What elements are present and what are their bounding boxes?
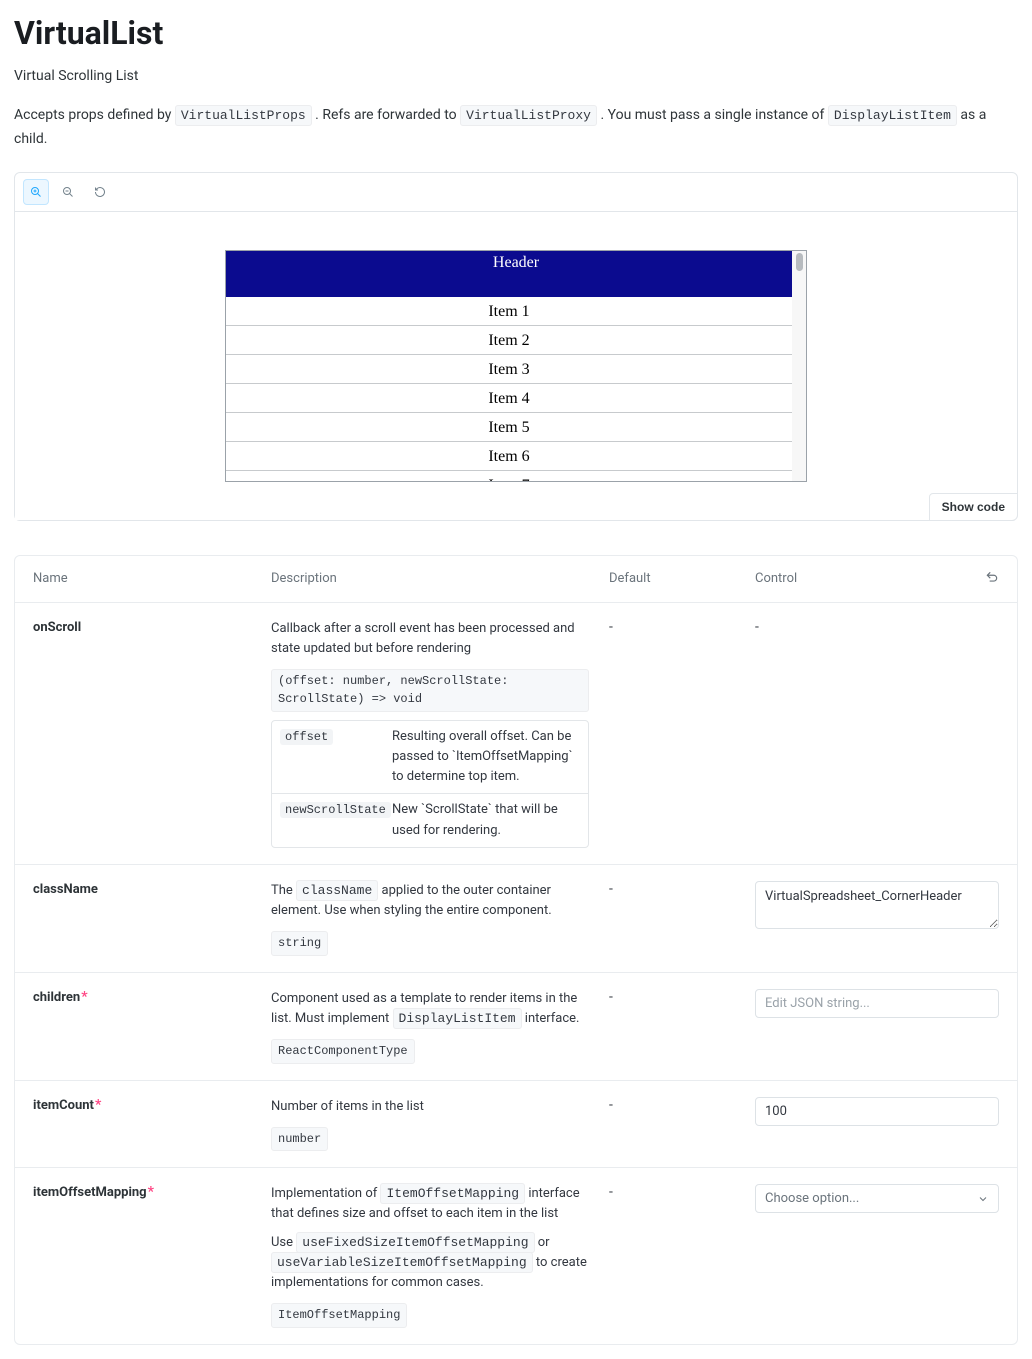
code-usevariable: useVariableSizeItemOffsetMapping xyxy=(271,1252,533,1273)
preview-canvas: Header Item 1 Item 2 Item 3 Item 4 Item … xyxy=(15,212,1017,520)
prop-default: - xyxy=(609,1184,613,1200)
prop-type: number xyxy=(271,1127,328,1152)
list-item: Item 6 xyxy=(226,442,792,471)
code-itemoffsetmapping: ItemOffsetMapping xyxy=(380,1183,525,1204)
prop-name: itemOffsetMapping xyxy=(33,1185,147,1200)
prop-name: children xyxy=(33,990,80,1005)
col-header-name: Name xyxy=(33,571,271,586)
classname-textarea[interactable] xyxy=(755,881,999,929)
prop-control-none: - xyxy=(755,619,759,635)
scrollbar[interactable] xyxy=(792,251,806,481)
preview-toolbar xyxy=(15,173,1017,212)
itemoffsetmapping-select[interactable]: Choose option... xyxy=(755,1184,999,1213)
show-code-button[interactable]: Show code xyxy=(929,493,1018,521)
page-description: Accepts props defined by VirtualListProp… xyxy=(14,104,1018,152)
zoom-out-button[interactable] xyxy=(55,179,81,205)
prop-type: string xyxy=(271,931,328,956)
prop-signature: (offset: number, newScrollState: ScrollS… xyxy=(271,669,589,712)
code-displaylistitem: DisplayListItem xyxy=(828,105,957,126)
prop-name: itemCount xyxy=(33,1098,94,1113)
list-item: Item 4 xyxy=(226,384,792,413)
table-row: onScroll Callback after a scroll event h… xyxy=(15,603,1017,865)
col-header-description: Description xyxy=(271,571,609,586)
code-virtuallistprops: VirtualListProps xyxy=(175,105,312,126)
table-row: itemCount* Number of items in the list n… xyxy=(15,1081,1017,1169)
col-header-default: Default xyxy=(609,571,755,586)
prop-type: ItemOffsetMapping xyxy=(271,1303,407,1328)
param-name: newScrollState xyxy=(280,802,391,818)
select-label: Choose option... xyxy=(765,1191,859,1206)
list-item: Item 1 xyxy=(226,297,792,326)
list-item: Item 7 xyxy=(226,471,792,482)
prop-description: The className applied to the outer conta… xyxy=(271,881,589,921)
prop-name: onScroll xyxy=(33,620,81,635)
param-description: Resulting overall offset. Can be passed … xyxy=(384,721,588,793)
prop-description: Number of items in the list xyxy=(271,1097,589,1117)
prop-description-extra: Use useFixedSizeItemOffsetMapping or use… xyxy=(271,1233,589,1293)
table-row: className The className applied to the o… xyxy=(15,865,1017,973)
scrollbar-thumb[interactable] xyxy=(796,253,803,271)
zoom-in-button[interactable] xyxy=(23,179,49,205)
args-table: Name Description Default Control onScrol… xyxy=(14,555,1018,1345)
prop-name: className xyxy=(33,882,98,897)
prop-description: Implementation of ItemOffsetMapping inte… xyxy=(271,1184,589,1224)
reset-controls-button[interactable] xyxy=(985,570,999,588)
virtual-list-demo[interactable]: Header Item 1 Item 2 Item 3 Item 4 Item … xyxy=(225,250,807,482)
param-description: New `ScrollState` that will be used for … xyxy=(384,794,588,846)
col-header-control: Control xyxy=(755,571,797,586)
reset-zoom-icon xyxy=(94,185,106,199)
chevron-down-icon xyxy=(977,1193,989,1205)
undo-icon xyxy=(985,570,999,584)
zoom-out-icon xyxy=(62,185,74,199)
table-row: children* Component used as a template t… xyxy=(15,973,1017,1081)
prop-description: Callback after a scroll event has been p… xyxy=(271,619,589,659)
required-indicator: * xyxy=(148,1184,154,1200)
list-item: Item 5 xyxy=(226,413,792,442)
code-classname: className xyxy=(296,880,378,901)
prop-default: - xyxy=(609,881,613,897)
preview-panel: Header Item 1 Item 2 Item 3 Item 4 Item … xyxy=(14,172,1018,521)
list-header: Header xyxy=(226,251,806,297)
prop-default: - xyxy=(609,619,613,635)
zoom-in-icon xyxy=(30,185,42,199)
prop-description: Component used as a template to render i… xyxy=(271,989,589,1029)
zoom-reset-button[interactable] xyxy=(87,179,113,205)
prop-type: ReactComponentType xyxy=(271,1039,415,1064)
itemcount-input[interactable] xyxy=(755,1097,999,1126)
list-item: Item 3 xyxy=(226,355,792,384)
table-header-row: Name Description Default Control xyxy=(15,556,1017,603)
children-input[interactable] xyxy=(755,989,999,1018)
page-subtitle: Virtual Scrolling List xyxy=(14,68,1018,84)
required-indicator: * xyxy=(81,989,87,1005)
prop-default: - xyxy=(609,1097,613,1113)
list-item: Item 2 xyxy=(226,326,792,355)
code-usefixed: useFixedSizeItemOffsetMapping xyxy=(296,1232,534,1253)
param-table: offset Resulting overall offset. Can be … xyxy=(271,720,589,848)
prop-default: - xyxy=(609,989,613,1005)
required-indicator: * xyxy=(95,1097,101,1113)
page-title: VirtualList xyxy=(14,14,1018,52)
code-virtuallistproxy: VirtualListProxy xyxy=(460,105,597,126)
code-displaylistitem: DisplayListItem xyxy=(393,1008,522,1029)
param-name: offset xyxy=(280,729,333,745)
table-row: itemOffsetMapping* Implementation of Ite… xyxy=(15,1168,1017,1343)
